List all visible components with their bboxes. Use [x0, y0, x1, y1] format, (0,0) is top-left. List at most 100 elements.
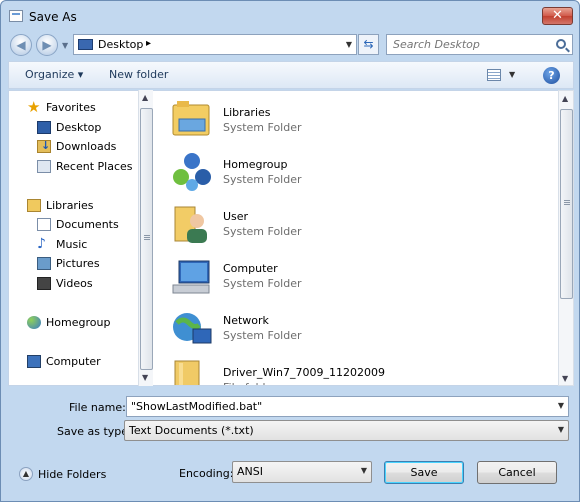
new-folder-button[interactable]: New folder — [109, 68, 168, 81]
star-icon: ★ — [27, 98, 41, 116]
file-name: Driver_Win7_7009_11202009 — [223, 366, 385, 379]
back-button[interactable]: ◀ — [10, 34, 32, 56]
file-type: File folder — [223, 381, 277, 385]
help-icon[interactable]: ? — [543, 67, 560, 84]
nav-libraries-label: Libraries — [46, 199, 94, 212]
refresh-icon: ⇆ — [363, 37, 374, 51]
file-name-label: File name: — [69, 401, 126, 414]
refresh-button[interactable]: ⇆ — [358, 34, 379, 55]
scroll-up-icon[interactable]: ▲ — [562, 94, 568, 103]
nav-homegroup-label: Homegroup — [46, 316, 111, 329]
nav-scroll-thumb[interactable] — [140, 108, 153, 370]
nav-item-desktop[interactable]: Desktop — [9, 119, 139, 137]
close-button[interactable]: ✕ — [542, 7, 573, 25]
nav-item-label: Music — [56, 238, 88, 251]
organize-menu[interactable]: Organize ▾ — [25, 68, 83, 81]
nav-item-documents[interactable]: Documents — [9, 216, 139, 234]
nav-libraries[interactable]: Libraries — [9, 197, 139, 215]
hide-folders-label: Hide Folders — [38, 468, 107, 481]
nav-item-label: Documents — [56, 218, 119, 231]
file-item-driver-folder[interactable]: Driver_Win7_7009_11202009 File folder — [169, 357, 539, 385]
encoding-label: Encoding: — [179, 467, 234, 480]
nav-item-recent-places[interactable]: Recent Places — [9, 158, 139, 176]
forward-button[interactable]: ▶ — [36, 34, 58, 56]
desktop-icon — [37, 121, 51, 134]
address-bar[interactable]: Desktop ▸ ▼ — [73, 34, 357, 55]
encoding-dropdown-icon[interactable]: ▼ — [361, 466, 367, 475]
nav-item-label: Recent Places — [56, 160, 133, 173]
desktop-icon — [78, 39, 93, 50]
file-list-scrollbar[interactable]: ▲ ▼ — [558, 90, 574, 386]
navigation-pane: ★ Favorites Desktop Downloads Recent Pla… — [8, 90, 153, 386]
file-item-homegroup[interactable]: Homegroup System Folder — [169, 149, 539, 199]
search-input[interactable] — [387, 35, 547, 54]
recent-places-icon — [37, 160, 51, 173]
file-item-network[interactable]: Network System Folder — [169, 305, 539, 355]
nav-item-label: Pictures — [56, 257, 100, 270]
nav-item-downloads[interactable]: Downloads — [9, 138, 139, 156]
nav-computer[interactable]: Computer — [9, 353, 139, 371]
breadcrumb-separator-icon[interactable]: ▸ — [146, 38, 151, 49]
computer-icon — [27, 355, 41, 368]
nav-favorites[interactable]: ★ Favorites — [9, 99, 139, 117]
scroll-down-icon[interactable]: ▼ — [142, 373, 148, 382]
file-name: Network — [223, 314, 269, 327]
homegroup-icon — [173, 153, 211, 191]
scroll-down-icon[interactable]: ▼ — [562, 374, 568, 383]
nav-pane-scrollbar[interactable]: ▲ ▼ — [138, 90, 153, 386]
file-item-computer[interactable]: Computer System Folder — [169, 253, 539, 303]
file-type: System Folder — [223, 329, 302, 342]
computer-icon — [172, 260, 210, 294]
network-icon — [173, 313, 212, 344]
save-as-type-dropdown-icon[interactable]: ▼ — [558, 425, 564, 434]
hide-folders-toggle[interactable]: ▲ Hide Folders — [19, 467, 109, 483]
recent-locations-dropdown[interactable]: ▼ — [62, 41, 68, 50]
nav-item-videos[interactable]: Videos — [9, 275, 139, 293]
grip-icon — [564, 200, 570, 205]
nav-computer-label: Computer — [46, 355, 101, 368]
save-as-dialog: Save As ✕ ◀ ▶ ▼ Desktop ▸ ▼ ⇆ Organize ▾… — [0, 0, 580, 502]
libraries-folder-icon — [172, 101, 210, 136]
back-arrow-icon: ◀ — [16, 38, 26, 52]
file-scroll-thumb[interactable] — [560, 109, 573, 299]
grip-icon — [144, 235, 150, 240]
file-name-input[interactable] — [127, 397, 568, 416]
view-options-dropdown-icon[interactable]: ▼ — [509, 70, 515, 79]
music-icon: ♪ — [37, 236, 46, 252]
nav-item-music[interactable]: ♪ Music — [9, 236, 139, 254]
scroll-up-icon[interactable]: ▲ — [142, 93, 148, 102]
nav-item-pictures[interactable]: Pictures — [9, 255, 139, 273]
save-as-type-label: Save as type: — [57, 425, 132, 438]
forward-arrow-icon: ▶ — [42, 38, 52, 52]
file-type: System Folder — [223, 173, 302, 186]
file-type: System Folder — [223, 225, 302, 238]
nav-item-label: Downloads — [56, 140, 117, 153]
window-title: Save As — [29, 10, 77, 24]
cancel-button[interactable]: Cancel — [477, 461, 557, 484]
nav-item-label: Videos — [56, 277, 93, 290]
address-dropdown-icon[interactable]: ▼ — [346, 40, 352, 49]
search-icon[interactable] — [556, 39, 566, 49]
change-view-icon[interactable] — [487, 69, 501, 81]
file-name-dropdown-icon[interactable]: ▼ — [558, 401, 564, 410]
address-location[interactable]: Desktop — [98, 38, 143, 51]
file-type: System Folder — [223, 121, 302, 134]
homegroup-icon — [27, 316, 41, 329]
encoding-select[interactable]: ANSI ▼ — [232, 461, 372, 483]
file-name-field[interactable]: ▼ — [126, 396, 569, 417]
save-as-type-select[interactable]: Text Documents (*.txt) ▼ — [124, 420, 569, 441]
libraries-icon — [27, 199, 41, 212]
save-button[interactable]: Save — [384, 461, 464, 484]
file-item-user[interactable]: User System Folder — [169, 201, 539, 251]
search-box[interactable] — [386, 34, 573, 55]
nav-homegroup[interactable]: Homegroup — [9, 314, 139, 332]
user-folder-icon — [174, 206, 207, 243]
file-name: Homegroup — [223, 158, 288, 171]
folder-icon — [174, 360, 200, 385]
collapse-icon: ▲ — [19, 467, 33, 481]
file-item-libraries[interactable]: Libraries System Folder — [169, 97, 539, 147]
save-as-type-value: Text Documents (*.txt) — [129, 424, 254, 437]
file-list: Libraries System Folder Homegroup System… — [153, 90, 558, 386]
pictures-icon — [37, 257, 51, 270]
file-name: User — [223, 210, 249, 223]
